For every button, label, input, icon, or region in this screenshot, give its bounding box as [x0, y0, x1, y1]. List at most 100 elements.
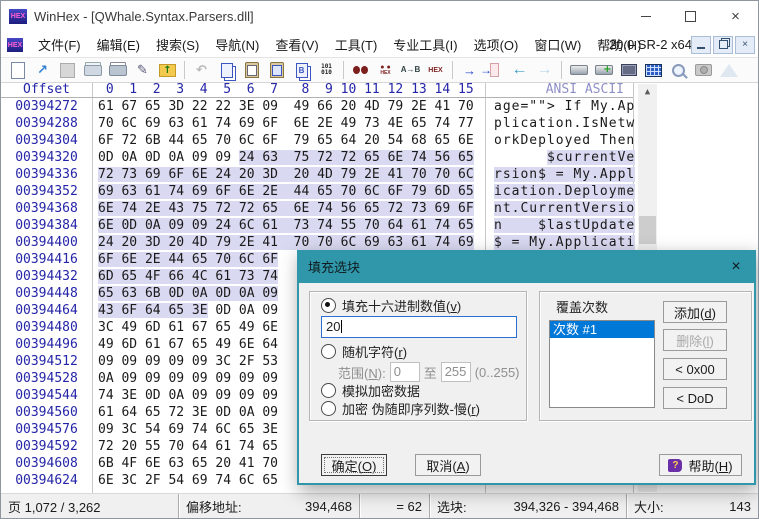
- overwrite-pass-listbox[interactable]: 次数 #1: [549, 320, 655, 408]
- status-offset-field[interactable]: 偏移地址: 394,468: [179, 494, 360, 518]
- overwrite-pass-item[interactable]: 次数 #1: [550, 321, 654, 338]
- undo-icon[interactable]: ↶: [189, 59, 214, 81]
- range-to-input[interactable]: 255: [440, 362, 471, 382]
- row-hex-bytes[interactable]: 6E 74 2E 43 75 72 72 65 6E 74 56 65 72 7…: [92, 200, 489, 217]
- maximize-button[interactable]: [668, 1, 713, 32]
- print-preview-icon[interactable]: [105, 59, 130, 81]
- goto-block-icon[interactable]: [482, 59, 507, 81]
- menu-item-工具T[interactable]: 工具(T): [327, 32, 386, 57]
- row-ascii-text[interactable]: nt.CurrentVersio: [489, 200, 636, 217]
- radio-selected-icon[interactable]: [321, 298, 336, 313]
- row-hex-bytes[interactable]: 70 6C 69 63 61 74 69 6F 6E 2E 49 73 4E 6…: [92, 115, 489, 132]
- radio-fill-hex[interactable]: 填充十六进制数值(v): [321, 296, 461, 315]
- row-hex-bytes[interactable]: 6F 72 6B 44 65 70 6C 6F 79 65 64 20 54 6…: [92, 132, 489, 149]
- print-icon[interactable]: [80, 59, 105, 81]
- menu-item-导航N[interactable]: 导航(N): [207, 32, 267, 57]
- replace-text-icon[interactable]: A→B: [398, 59, 423, 81]
- save-icon[interactable]: [55, 59, 80, 81]
- help-button[interactable]: ? 帮助(H): [659, 454, 742, 476]
- menu-item-选项O[interactable]: 选项(O): [466, 32, 527, 57]
- row-hex-bytes[interactable]: 61 67 65 3D 22 22 3E 09 49 66 20 4D 79 2…: [92, 98, 489, 115]
- paste-icon[interactable]: [264, 59, 289, 81]
- copy-icon[interactable]: [214, 59, 239, 81]
- properties-icon[interactable]: ✎: [130, 59, 155, 81]
- copy-as-hex-icon[interactable]: B: [289, 59, 314, 81]
- forward-icon[interactable]: →: [532, 59, 557, 81]
- mdi-minimize-button[interactable]: [691, 35, 711, 54]
- minimize-button[interactable]: [623, 1, 668, 32]
- row-hex-bytes[interactable]: 72 73 69 6F 6E 24 20 3D 20 4D 79 2E 41 7…: [92, 166, 489, 183]
- fill-hex-value-input[interactable]: 20: [321, 316, 517, 338]
- row-ascii-text[interactable]: $currentVe: [489, 149, 636, 166]
- ok-button[interactable]: 确定(O): [321, 454, 387, 476]
- row-ascii-text[interactable]: n $lastUpdate: [489, 217, 636, 234]
- menu-item-搜索S[interactable]: 搜索(S): [148, 32, 207, 57]
- mdi-restore-button[interactable]: [713, 35, 733, 54]
- radio-random-chars[interactable]: 随机字符(r): [321, 342, 407, 361]
- hex-row[interactable]: 00394368 6E 74 2E 43 75 72 72 65 6E 74 56…: [1, 200, 636, 217]
- row-ascii-text[interactable]: orkDeployed Then: [489, 132, 634, 149]
- row-hex-bytes[interactable]: 69 63 61 74 69 6F 6E 2E 44 65 70 6C 6F 7…: [92, 183, 489, 200]
- camera-icon[interactable]: [691, 59, 716, 81]
- mdi-close-button[interactable]: ×: [735, 35, 755, 54]
- row-hex-bytes[interactable]: 6E 0D 0A 09 09 24 6C 61 73 74 55 70 64 6…: [92, 217, 489, 234]
- new-file-icon[interactable]: [5, 59, 30, 81]
- menu-item-编辑E[interactable]: 编辑(E): [89, 32, 148, 57]
- dialog-title-bar[interactable]: 填充选块 ×: [297, 250, 756, 283]
- radio-unselected-icon[interactable]: [321, 401, 336, 416]
- hex-row[interactable]: 00394288 70 6C 69 63 61 74 69 6F 6E 2E 49…: [1, 115, 634, 132]
- open-disk-icon[interactable]: [566, 59, 591, 81]
- back-icon[interactable]: ←: [507, 59, 532, 81]
- radio-unselected-icon[interactable]: [321, 344, 336, 359]
- status-page-field[interactable]: 页 1,072 / 3,262: [1, 494, 179, 518]
- paste-into-icon[interactable]: [239, 59, 264, 81]
- find-hex-icon[interactable]: HEX: [373, 59, 398, 81]
- ram-editor-icon[interactable]: [616, 59, 641, 81]
- hex-row[interactable]: 00394352 69 63 61 74 69 6F 6E 2E 44 65 70…: [1, 183, 636, 200]
- row-ascii-text[interactable]: age=""> If My.Ap: [489, 98, 634, 115]
- open-file-icon[interactable]: ↗: [30, 59, 55, 81]
- row-ascii-text[interactable]: ication.Deployme: [489, 183, 636, 200]
- open-folder-icon[interactable]: ↑: [155, 59, 180, 81]
- preset-dod-button[interactable]: < DoD: [663, 387, 727, 409]
- row-ascii-text[interactable]: rsion$ = My.Appl: [489, 166, 636, 183]
- menu-item-查看V[interactable]: 查看(V): [267, 32, 326, 57]
- calculator-icon[interactable]: [641, 59, 666, 81]
- hex-row[interactable]: 00394304 6F 72 6B 44 65 70 6C 6F 79 65 64…: [1, 132, 634, 149]
- menu-item-文件F[interactable]: 文件(F): [30, 32, 89, 57]
- status-size-field[interactable]: 大小: 143: [627, 494, 758, 518]
- hex-row[interactable]: 00394272 61 67 65 3D 22 22 3E 09 49 66 20…: [1, 98, 634, 115]
- close-button[interactable]: ×: [713, 1, 758, 32]
- row-hex-bytes[interactable]: 24 20 3D 20 4D 79 2E 41 70 70 6C 69 63 6…: [92, 234, 489, 251]
- row-ascii-text[interactable]: $ = My.Applicati: [489, 234, 636, 251]
- hex-row[interactable]: 00394336 72 73 69 6F 6E 24 20 3D 20 4D 79…: [1, 166, 636, 183]
- status-block-field[interactable]: 选块: 394,326 - 394,468: [430, 494, 627, 518]
- preset-0x00-button[interactable]: < 0x00: [663, 358, 727, 380]
- add-disk-icon[interactable]: +: [591, 59, 616, 81]
- radio-simulate-encrypted[interactable]: 模拟加密数据: [321, 381, 420, 400]
- dialog-close-button[interactable]: ×: [716, 251, 756, 282]
- offset-column-header: Offset: [23, 82, 70, 97]
- row-hex-bytes[interactable]: 0D 0A 0D 0A 09 09 24 63 75 72 72 65 6E 7…: [92, 149, 489, 166]
- range-from-input[interactable]: 0: [389, 362, 420, 382]
- menu-item-窗口W[interactable]: 窗口(W): [526, 32, 589, 57]
- interpreter-icon[interactable]: [716, 59, 741, 81]
- menu-item-专业工具I[interactable]: 专业工具(I): [385, 32, 465, 57]
- radio-encrypt-prng[interactable]: 加密 伪随即序列数-慢(r): [321, 399, 480, 418]
- row-ascii-text[interactable]: plication.IsNetw: [489, 115, 634, 132]
- cancel-button[interactable]: 取消(A): [415, 454, 481, 476]
- binary-values-icon[interactable]: 101 010: [314, 59, 339, 81]
- hex-row[interactable]: 00394400 24 20 3D 20 4D 79 2E 41 70 70 6C…: [1, 234, 636, 251]
- goto-offset-icon[interactable]: →: [457, 59, 482, 81]
- scroll-up-icon[interactable]: ▲: [638, 84, 657, 101]
- radio-unselected-icon[interactable]: [321, 383, 336, 398]
- find-text-icon[interactable]: [348, 59, 373, 81]
- hex-row[interactable]: 00394384 6E 0D 0A 09 09 24 6C 61 73 74 55…: [1, 217, 636, 234]
- delete-button[interactable]: 删除(l): [663, 329, 727, 351]
- row-offset: 00394512: [15, 354, 78, 369]
- add-button[interactable]: 添加(d): [663, 301, 727, 323]
- replace-hex-icon[interactable]: HEX: [423, 59, 448, 81]
- scrollbar-thumb[interactable]: [639, 216, 656, 244]
- magnifier-icon[interactable]: [666, 59, 691, 81]
- hex-row[interactable]: 00394320 0D 0A 0D 0A 09 09 24 63 75 72 72…: [1, 149, 636, 166]
